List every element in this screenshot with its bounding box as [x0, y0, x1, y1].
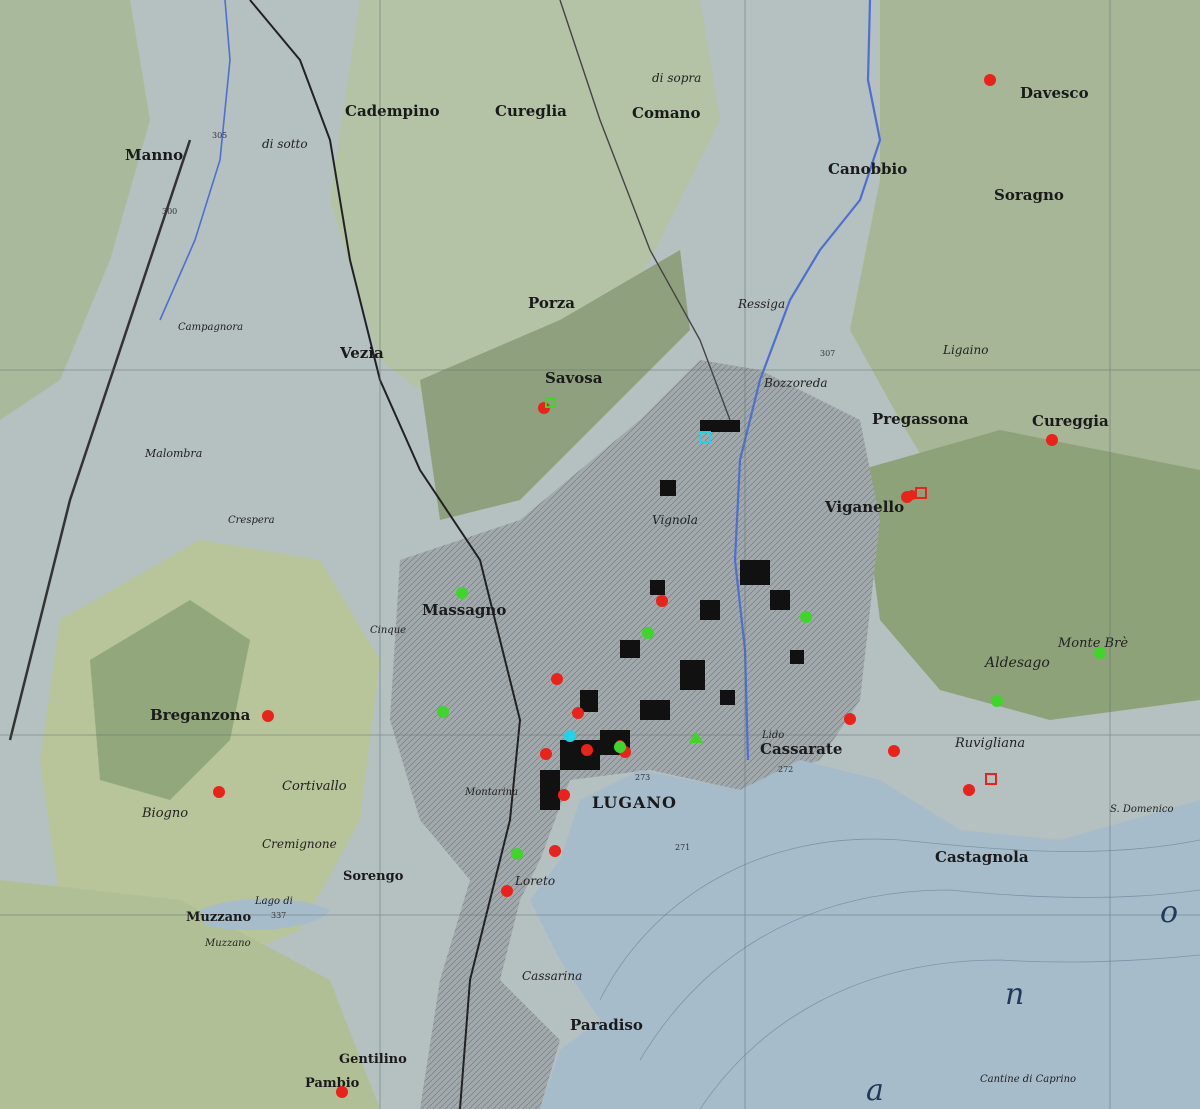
label-alt-305: 305 — [212, 131, 227, 140]
label-aldesago: Aldesago — [983, 655, 1050, 671]
label-cinque: Cinque — [370, 625, 406, 636]
cyan-marker[interactable] — [564, 730, 576, 742]
label-ruvigliana: Ruvigliana — [954, 736, 1025, 751]
green-marker[interactable] — [642, 627, 654, 639]
green-marker[interactable] — [991, 695, 1003, 707]
red-marker[interactable] — [262, 710, 274, 722]
label-cassarina: Cassarina — [522, 969, 582, 983]
red-marker[interactable] — [501, 885, 513, 897]
label-vignola: Vignola — [652, 513, 698, 527]
label-malombra: Malombra — [144, 447, 202, 460]
red-marker[interactable] — [656, 595, 668, 607]
label-porza: Porza — [528, 294, 575, 312]
green-marker[interactable] — [614, 741, 626, 753]
label-paradiso: Paradiso — [570, 1016, 643, 1034]
green-marker[interactable] — [800, 611, 812, 623]
green-marker[interactable] — [1094, 647, 1106, 659]
label-muzzano: Muzzano — [186, 910, 251, 925]
label-cassarate: Cassarate — [760, 740, 842, 758]
label-biogno: Biogno — [141, 806, 188, 821]
label-lido: Lido — [761, 730, 784, 741]
label-loreto: Loreto — [514, 874, 555, 888]
green-marker[interactable] — [456, 587, 468, 599]
label-alt-272: 272 — [778, 765, 793, 774]
label-lake-a: a — [866, 1073, 884, 1108]
topographic-map[interactable]: LUGANO Massagno Paradiso Cassarate Casta… — [0, 0, 1200, 1109]
label-muzzano-lake: Muzzano — [204, 938, 251, 949]
label-lugano: LUGANO — [592, 793, 677, 812]
label-s-domenico: S. Domenico — [1110, 804, 1174, 815]
label-comano: Comano — [632, 104, 700, 122]
red-marker[interactable] — [549, 845, 561, 857]
label-campagnora: Campagnora — [178, 322, 243, 333]
red-marker[interactable] — [540, 748, 552, 760]
label-castagnola: Castagnola — [935, 848, 1029, 866]
label-pambio: Pambio — [305, 1076, 360, 1091]
label-manno: Manno — [125, 146, 183, 164]
map-canvas: LUGANO Massagno Paradiso Cassarate Casta… — [0, 0, 1200, 1109]
label-massagno: Massagno — [422, 601, 506, 619]
label-savosa: Savosa — [545, 369, 603, 387]
red-marker[interactable] — [558, 789, 570, 801]
label-gentilino: Gentilino — [339, 1052, 407, 1067]
label-davesco: Davesco — [1020, 84, 1089, 102]
label-alt-337: 337 — [271, 911, 286, 920]
label-vezia: Vezia — [339, 344, 384, 362]
label-breganzona: Breganzona — [150, 706, 251, 724]
red-marker[interactable] — [572, 707, 584, 719]
label-cremignone: Cremignone — [262, 837, 337, 851]
red-marker[interactable] — [581, 744, 593, 756]
label-cortivallo: Cortivallo — [282, 779, 347, 794]
label-crespera: Crespera — [228, 515, 275, 526]
green-marker[interactable] — [511, 848, 523, 860]
red-marker[interactable] — [844, 713, 856, 725]
red-marker[interactable] — [551, 673, 563, 685]
label-lake-n: n — [1005, 977, 1024, 1012]
label-ligaino: Ligaino — [942, 343, 988, 357]
label-alt-273: 273 — [635, 773, 650, 782]
label-ressiga: Ressiga — [737, 297, 785, 311]
green-marker[interactable] — [437, 706, 449, 718]
label-bozzoreda: Bozzoreda — [763, 376, 828, 390]
red-marker[interactable] — [213, 786, 225, 798]
red-marker[interactable] — [963, 784, 975, 796]
label-montarina: Montarina — [464, 787, 518, 798]
label-lake-o: o — [1160, 895, 1178, 930]
red-marker[interactable] — [984, 74, 996, 86]
label-cureggia: Cureggia — [1032, 412, 1109, 430]
label-soragno: Soragno — [994, 186, 1064, 204]
label-monte-bre: Monte Brè — [1057, 636, 1128, 651]
label-pregassona: Pregassona — [872, 410, 969, 428]
label-alt-271: 271 — [675, 843, 690, 852]
label-cureglia: Cureglia — [495, 102, 567, 120]
label-di-sotto: di sotto — [262, 137, 308, 151]
label-alt-300: 300 — [162, 207, 177, 216]
red-marker[interactable] — [336, 1086, 348, 1098]
label-cadempino: Cadempino — [345, 102, 440, 120]
red-marker[interactable] — [1046, 434, 1058, 446]
label-lago-di: Lago di — [254, 896, 293, 907]
label-cantine-di-caprino: Cantine di Caprino — [980, 1074, 1076, 1085]
label-canobbio: Canobbio — [828, 160, 907, 178]
label-alt-307: 307 — [820, 349, 835, 358]
label-di-sopra: di sopra — [652, 71, 701, 85]
red-marker[interactable] — [888, 745, 900, 757]
label-viganello: Viganello — [824, 498, 904, 516]
label-sorengo: Sorengo — [343, 869, 404, 884]
